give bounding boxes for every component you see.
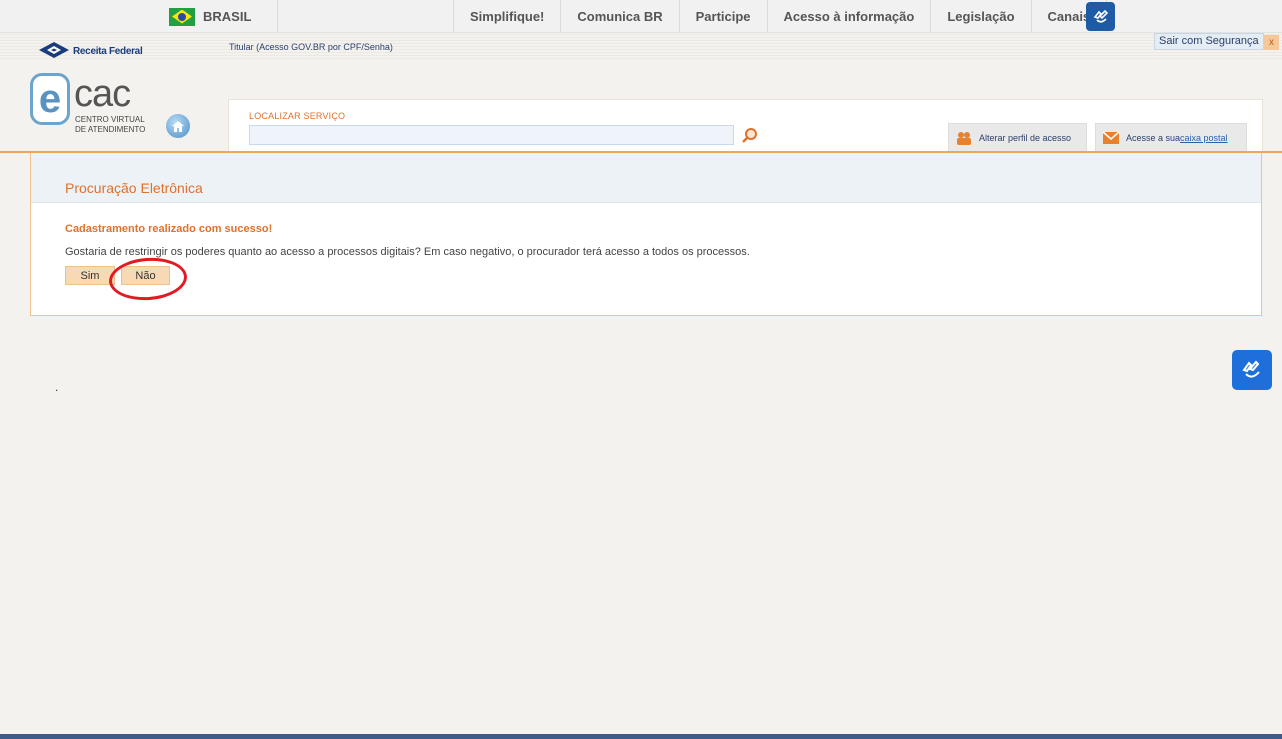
gov-brasil-link[interactable]: BRASIL: [156, 0, 278, 33]
panel-header: Procuração Eletrônica: [31, 153, 1261, 203]
gov-link-simplifique[interactable]: Simplifique!: [453, 0, 562, 33]
user-access-info: Titular (Acesso GOV.BR por CPF/Senha): [229, 42, 393, 52]
gov-bar: BRASIL Simplifique! Comunica BR Particip…: [0, 0, 1282, 33]
ecac-logo[interactable]: e cac CENTRO VIRTUAL DE ATENDIMENTO: [30, 73, 190, 143]
mailbox-link[interactable]: caixa postal: [1180, 133, 1228, 143]
yes-button[interactable]: Sim: [65, 266, 115, 285]
close-icon[interactable]: x: [1264, 35, 1279, 50]
change-profile-button[interactable]: Alterar perfil de acesso: [948, 123, 1087, 151]
search-label: LOCALIZAR SERVIÇO: [249, 111, 346, 121]
footer-bar: [0, 734, 1282, 739]
brazil-flag-icon: [169, 7, 195, 26]
search-panel: LOCALIZAR SERVIÇO Alterar perfil de aces…: [228, 99, 1263, 153]
gov-nav: Simplifique! Comunica BR Participe Acess…: [453, 0, 1108, 33]
receita-federal-label: Receita Federal: [73, 45, 143, 57]
ecac-e-mark: e: [30, 73, 70, 125]
search-input[interactable]: [249, 125, 734, 145]
header-stripe: [0, 33, 1282, 59]
gov-link-acesso-informacao[interactable]: Acesso à informação: [768, 0, 932, 33]
ecac-subtitle-line2: DE ATENDIMENTO: [75, 125, 146, 134]
procuracao-panel: Procuração Eletrônica Cadastramento real…: [30, 153, 1262, 316]
success-message: Cadastramento realizado com sucesso!: [65, 223, 273, 235]
search-icon[interactable]: [741, 127, 759, 145]
receita-federal-emblem-icon: [39, 42, 69, 58]
page-title: Procuração Eletrônica: [65, 180, 203, 196]
mailbox-button[interactable]: Acesse a sua caixa postal: [1095, 123, 1247, 151]
gov-link-legislacao[interactable]: Legislação: [931, 0, 1032, 33]
logout-button[interactable]: Sair com Segurança: [1154, 33, 1264, 50]
envelope-icon: [1102, 130, 1120, 144]
ecac-wordmark: cac: [74, 73, 131, 115]
change-profile-label: Alterar perfil de acesso: [979, 132, 1072, 143]
vlibras-widget-icon[interactable]: [1232, 350, 1272, 390]
ecac-subtitle-line1: CENTRO VIRTUAL: [75, 115, 145, 124]
home-icon[interactable]: [166, 114, 190, 138]
gov-country-label: BRASIL: [203, 9, 252, 24]
sign-language-icon[interactable]: [1086, 2, 1115, 31]
ecac-subtitle: CENTRO VIRTUAL DE ATENDIMENTO: [75, 115, 145, 135]
restriction-question: Gostaria de restringir os poderes quanto…: [65, 246, 750, 258]
users-icon: [957, 131, 971, 145]
receita-federal-logo[interactable]: Receita Federal: [37, 40, 143, 62]
mailbox-label-prefix: Acesse a sua: [1126, 132, 1181, 143]
gov-link-participe[interactable]: Participe: [680, 0, 768, 33]
gov-link-comunica[interactable]: Comunica BR: [561, 0, 680, 33]
stray-dot: .: [55, 380, 59, 394]
